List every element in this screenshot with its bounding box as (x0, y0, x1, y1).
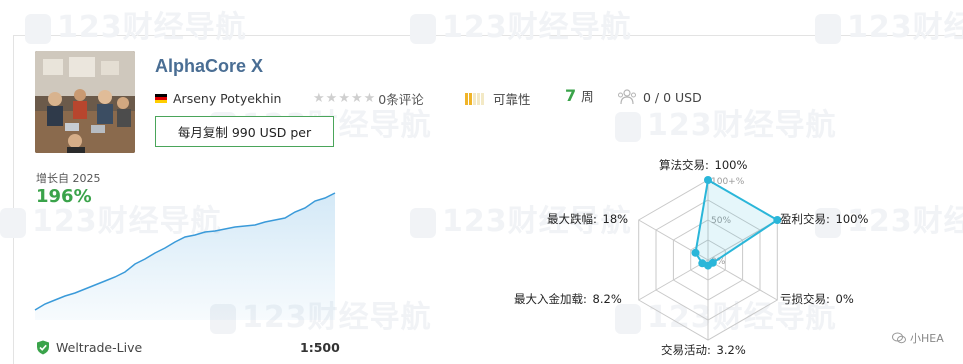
reliability-bar (469, 92, 472, 105)
radar-point (698, 259, 707, 268)
star-icon: ★ (350, 91, 363, 106)
header-divider (13, 35, 963, 36)
left-divider (13, 35, 14, 364)
author-row[interactable]: Arseny Potyekhin (155, 89, 281, 107)
weeks-unit: 周 (581, 89, 594, 104)
subscribers: 0 / 0 USD (617, 89, 702, 105)
radar-label-deposit-load: 最大入金加载: 8.2% (514, 292, 622, 306)
wechat-icon (892, 332, 906, 344)
radar-chart: 100+% 50% 0% (638, 176, 782, 341)
radar-label-profit: 盈利交易: 100% (780, 212, 869, 226)
source-credit: 小HEA (892, 330, 944, 346)
star-icon: ★ (325, 91, 338, 106)
broker-info[interactable]: Weltrade-Live (36, 340, 142, 355)
reliability-bar (481, 92, 484, 105)
germany-flag-icon (155, 93, 167, 103)
reliability-indicator: 可靠性 (465, 89, 531, 108)
reliability-bars (465, 92, 485, 105)
weeks-value: 7 (565, 86, 577, 105)
signal-avatar[interactable] (35, 51, 135, 153)
author-name[interactable]: Arseny Potyekhin (173, 91, 281, 106)
growth-area (35, 193, 335, 320)
watermark: 123财经导航 (25, 2, 247, 46)
radar-label-loss: 亏损交易: 0% (780, 292, 854, 306)
subscribers-text: 0 / 0 USD (643, 89, 702, 105)
weeks-age: 7 周 (565, 86, 594, 105)
rating[interactable]: ★ ★ ★ ★ ★ 0条评论 (313, 89, 424, 108)
growth-label: 增长自 2025 (36, 172, 101, 185)
star-icon: ★ (338, 91, 350, 106)
copy-subscribe-button[interactable]: 每月复制 990 USD per (155, 116, 334, 147)
reliability-bar (473, 92, 476, 105)
radar-label-activity: 交易活动: 3.2% (661, 343, 746, 357)
broker-name[interactable]: Weltrade-Live (56, 340, 142, 355)
reliability-bar (465, 92, 468, 105)
reliability-bar (477, 92, 480, 105)
signal-title[interactable]: AlphaCore X (155, 56, 263, 77)
subscribers-icon (618, 89, 636, 105)
star-icon: ★ (313, 91, 325, 106)
radar-point (704, 176, 712, 184)
credit-text: 小HEA (910, 332, 944, 345)
radar-point (691, 248, 700, 257)
radar-polygon (694, 178, 780, 267)
leverage: 1:500 (300, 340, 340, 355)
reliability-label: 可靠性 (493, 92, 531, 107)
radar-label-algo: 算法交易: 100% (659, 158, 748, 172)
radar-label-drawdown: 最大跌幅: 18% (547, 212, 629, 226)
reviews-count[interactable]: 0条评论 (378, 89, 423, 108)
watermark: 123财经导航 (615, 100, 837, 144)
watermark: 123财经导航 (410, 2, 632, 46)
star-icon: ★ (363, 91, 376, 106)
verified-shield-icon (37, 340, 49, 355)
growth-sparkline (34, 192, 336, 320)
watermark: 123财经导航 (815, 2, 963, 46)
